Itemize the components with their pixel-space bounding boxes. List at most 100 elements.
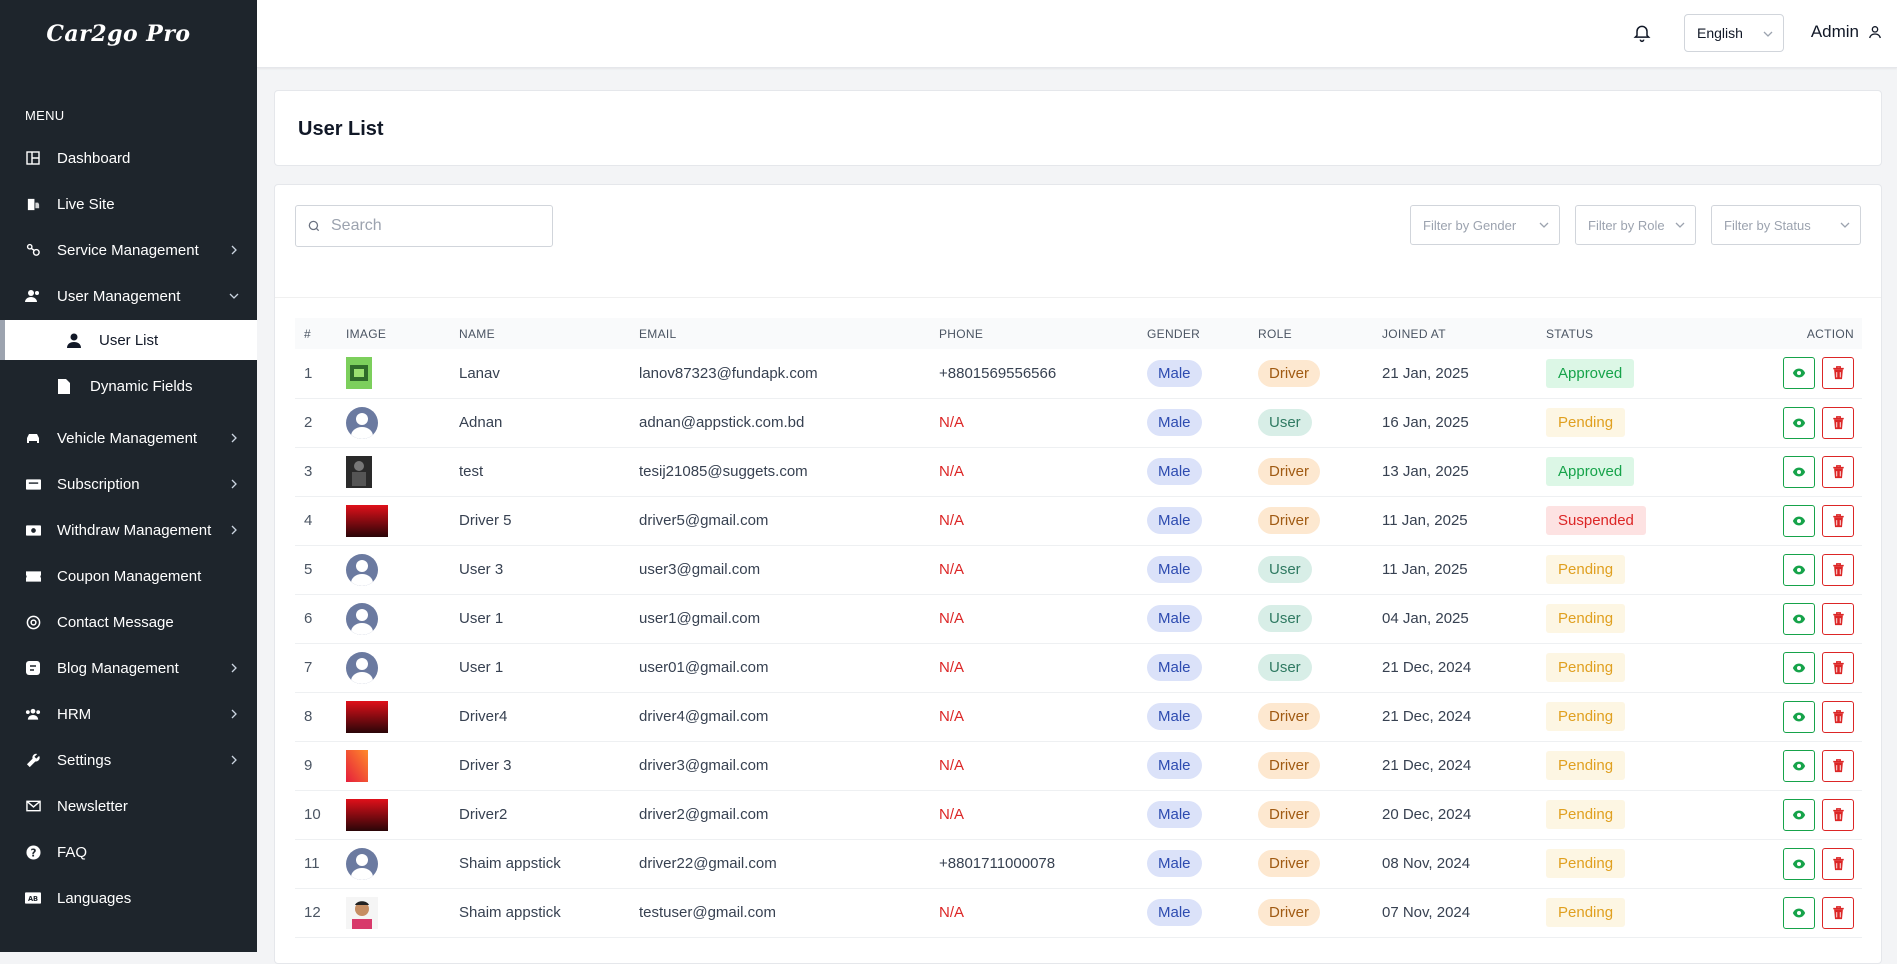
delete-button[interactable] (1822, 406, 1854, 439)
sidebar-subitem-user-list[interactable]: User List (0, 320, 257, 360)
dashboard-icon (25, 150, 41, 166)
svg-text:?: ? (30, 847, 36, 859)
row-phone: N/A (939, 512, 965, 529)
view-button[interactable] (1783, 896, 1815, 929)
view-button[interactable] (1783, 553, 1815, 586)
status-badge: Pending (1546, 653, 1626, 682)
delete-button[interactable] (1822, 504, 1854, 537)
delete-button[interactable] (1822, 798, 1854, 831)
row-name: User 1 (459, 659, 504, 676)
gender-badge: Male (1147, 801, 1202, 828)
delete-button[interactable] (1822, 651, 1854, 684)
delete-button[interactable] (1822, 357, 1854, 390)
filter-gender-select[interactable]: Filter by Gender (1410, 205, 1560, 245)
topbar: English Admin (257, 0, 1897, 68)
sidebar-item-dashboard[interactable]: Dashboard (0, 138, 257, 178)
trash-icon (1832, 856, 1844, 870)
table-row: 7 User 1 user01@gmail.com N/A Male User 21 Dec… (295, 643, 1862, 692)
filter-role-select[interactable]: Filter by Role (1575, 205, 1696, 245)
status-badge: Approved (1546, 358, 1635, 388)
eye-icon (1792, 712, 1806, 721)
row-phone: N/A (939, 463, 965, 480)
view-button[interactable] (1783, 602, 1815, 635)
delete-button[interactable] (1822, 455, 1854, 488)
gender-badge: Male (1147, 899, 1202, 926)
status-badge: Pending (1546, 898, 1626, 927)
gender-badge: Male (1147, 458, 1202, 485)
avatar-placeholder-icon (346, 602, 378, 635)
delete-button[interactable] (1822, 553, 1854, 586)
view-button[interactable] (1783, 357, 1815, 390)
row-actions (1726, 741, 1862, 790)
sidebar-item-faq[interactable]: ? FAQ (0, 832, 257, 872)
sidebar-item-label: Service Management (57, 241, 199, 259)
sidebar-item-coupon-management[interactable]: Coupon Management (0, 556, 257, 596)
sidebar-item-subscription[interactable]: Subscription (0, 464, 257, 504)
sidebar-item-newsletter[interactable]: Newsletter (0, 786, 257, 826)
sidebar-item-hrm[interactable]: HRM (0, 694, 257, 734)
gender-badge: Male (1147, 409, 1202, 436)
row-role: User (1258, 545, 1382, 594)
view-button[interactable] (1783, 406, 1815, 439)
svg-text:AB: AB (28, 895, 38, 903)
sidebar-item-contact-message[interactable]: Contact Message (0, 602, 257, 642)
row-image (346, 496, 459, 545)
notification-bell-icon[interactable] (1632, 23, 1652, 43)
delete-button[interactable] (1822, 602, 1854, 635)
row-image (346, 594, 459, 643)
sidebar-subitem-dynamic-fields[interactable]: Dynamic Fields (0, 366, 257, 406)
row-name: Lanav (459, 364, 500, 382)
admin-menu[interactable]: Admin (1811, 22, 1883, 42)
delete-button[interactable] (1822, 700, 1854, 733)
avatar-placeholder-icon (346, 847, 378, 880)
gender-badge: Male (1147, 556, 1202, 583)
gender-badge: Male (1147, 359, 1202, 387)
view-button[interactable] (1783, 847, 1815, 880)
filter-status-select[interactable]: Filter by Status (1711, 205, 1861, 245)
app-logo[interactable]: Car2go Pro (0, 0, 257, 68)
delete-button[interactable] (1822, 896, 1854, 929)
sidebar-item-service-management[interactable]: Service Management (0, 230, 257, 270)
trash-icon (1832, 464, 1844, 478)
row-actions (1726, 643, 1862, 692)
row-gender: Male (1147, 790, 1258, 839)
view-button[interactable] (1783, 455, 1815, 488)
sidebar-item-label: FAQ (57, 843, 88, 861)
sidebar-item-user-management[interactable]: User Management (0, 276, 257, 316)
table-row: 2 Adnan adnan@appstick.com.bd N/A Male User 16… (295, 398, 1862, 447)
row-actions (1726, 447, 1862, 496)
role-badge: User (1258, 409, 1312, 436)
row-image (346, 643, 459, 692)
row-email: driver4@gmail.com (639, 708, 769, 725)
sidebar-item-languages[interactable]: AB Languages (0, 878, 257, 918)
row-number: 10 (304, 806, 321, 823)
row-actions (1726, 839, 1862, 888)
view-button[interactable] (1783, 798, 1815, 831)
view-button[interactable] (1783, 504, 1815, 537)
sidebar-subitem-label: Dynamic Fields (90, 377, 193, 395)
search-input[interactable] (331, 217, 531, 235)
row-status: Pending (1546, 545, 1726, 594)
delete-button[interactable] (1822, 749, 1854, 782)
view-button[interactable] (1783, 700, 1815, 733)
status-badge: Pending (1546, 751, 1626, 780)
sidebar-item-vehicle-management[interactable]: Vehicle Management (0, 418, 257, 458)
row-gender: Male (1147, 839, 1258, 888)
role-badge: Driver (1258, 899, 1320, 926)
row-name: Driver 5 (459, 512, 512, 529)
sidebar-item-live-site[interactable]: Live Site (0, 184, 257, 224)
view-button[interactable] (1783, 651, 1815, 684)
row-name: User 3 (459, 561, 504, 578)
sidebar-item-blog-management[interactable]: Blog Management (0, 648, 257, 688)
view-button[interactable] (1783, 749, 1815, 782)
delete-button[interactable] (1822, 847, 1854, 880)
sidebar-item-settings[interactable]: Settings (0, 740, 257, 780)
row-gender: Male (1147, 496, 1258, 545)
row-gender: Male (1147, 398, 1258, 447)
row-image (346, 545, 459, 594)
row-joined: 07 Nov, 2024 (1382, 904, 1471, 921)
language-select[interactable]: English (1684, 14, 1784, 52)
search-box[interactable] (295, 205, 553, 247)
row-name: User 1 (459, 610, 504, 627)
sidebar-item-withdraw-management[interactable]: Withdraw Management (0, 510, 257, 550)
